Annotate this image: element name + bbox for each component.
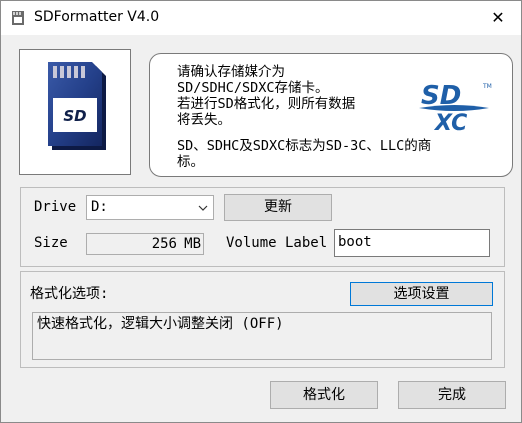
refresh-button[interactable]: 更新 (224, 194, 332, 221)
size-label: Size (34, 235, 68, 251)
format-options-label: 格式化选项: (30, 286, 109, 302)
drive-value: D: (91, 199, 108, 215)
app-icon (12, 11, 24, 25)
card-label: SD (63, 107, 86, 125)
sdxc-logo-icon: SD XC TM (419, 81, 492, 134)
volume-label-label: Volume Label (226, 235, 328, 251)
info-line-warning: 若进行SD格式化，则所有数据 将丢失。 (177, 96, 356, 128)
drive-select[interactable]: D: (86, 195, 214, 220)
volume-label-input[interactable]: boot (334, 229, 490, 257)
svg-text:TM: TM (482, 83, 492, 90)
drive-label: Drive (34, 199, 77, 215)
size-value: 256 (151, 236, 177, 252)
format-button[interactable]: 格式化 (270, 381, 378, 409)
svg-text:XC: XC (433, 111, 467, 134)
info-text: 请确认存储媒介为 SD/SDHC/SDXC存储卡。 若进行SD格式化，则所有数据… (177, 64, 403, 128)
info-trademark: SD、SDHC及SDXC标志为SD-3C、LLC的商 标。 (177, 138, 432, 170)
size-unit: MB (184, 236, 201, 252)
title-bar: SDFormatter V4.0 ✕ (1, 1, 521, 35)
finish-button[interactable]: 完成 (398, 381, 506, 409)
info-line-card-type: 请确认存储媒介为 SD/SDHC/SDXC存储卡。 (177, 64, 329, 96)
window-title: SDFormatter V4.0 (34, 9, 160, 25)
sd-card-icon: SD (48, 62, 106, 150)
option-settings-button[interactable]: 选项设置 (350, 282, 493, 306)
chevron-down-icon (198, 205, 208, 211)
format-options-text: 快速格式化，逻辑大小调整关闭 (OFF) (37, 316, 284, 332)
format-options-summary: 快速格式化，逻辑大小调整关闭 (OFF) (32, 312, 492, 360)
close-icon: ✕ (491, 8, 505, 27)
sd-card-image-frame: SD (19, 49, 131, 175)
close-button[interactable]: ✕ (475, 1, 521, 35)
sdformatter-window: SDFormatter V4.0 ✕ SD 请确认存储媒介为 SD/SDHC/S… (0, 0, 522, 423)
size-field: 256 MB (86, 233, 204, 255)
info-panel: 请确认存储媒介为 SD/SDHC/SDXC存储卡。 若进行SD格式化，则所有数据… (149, 53, 513, 177)
